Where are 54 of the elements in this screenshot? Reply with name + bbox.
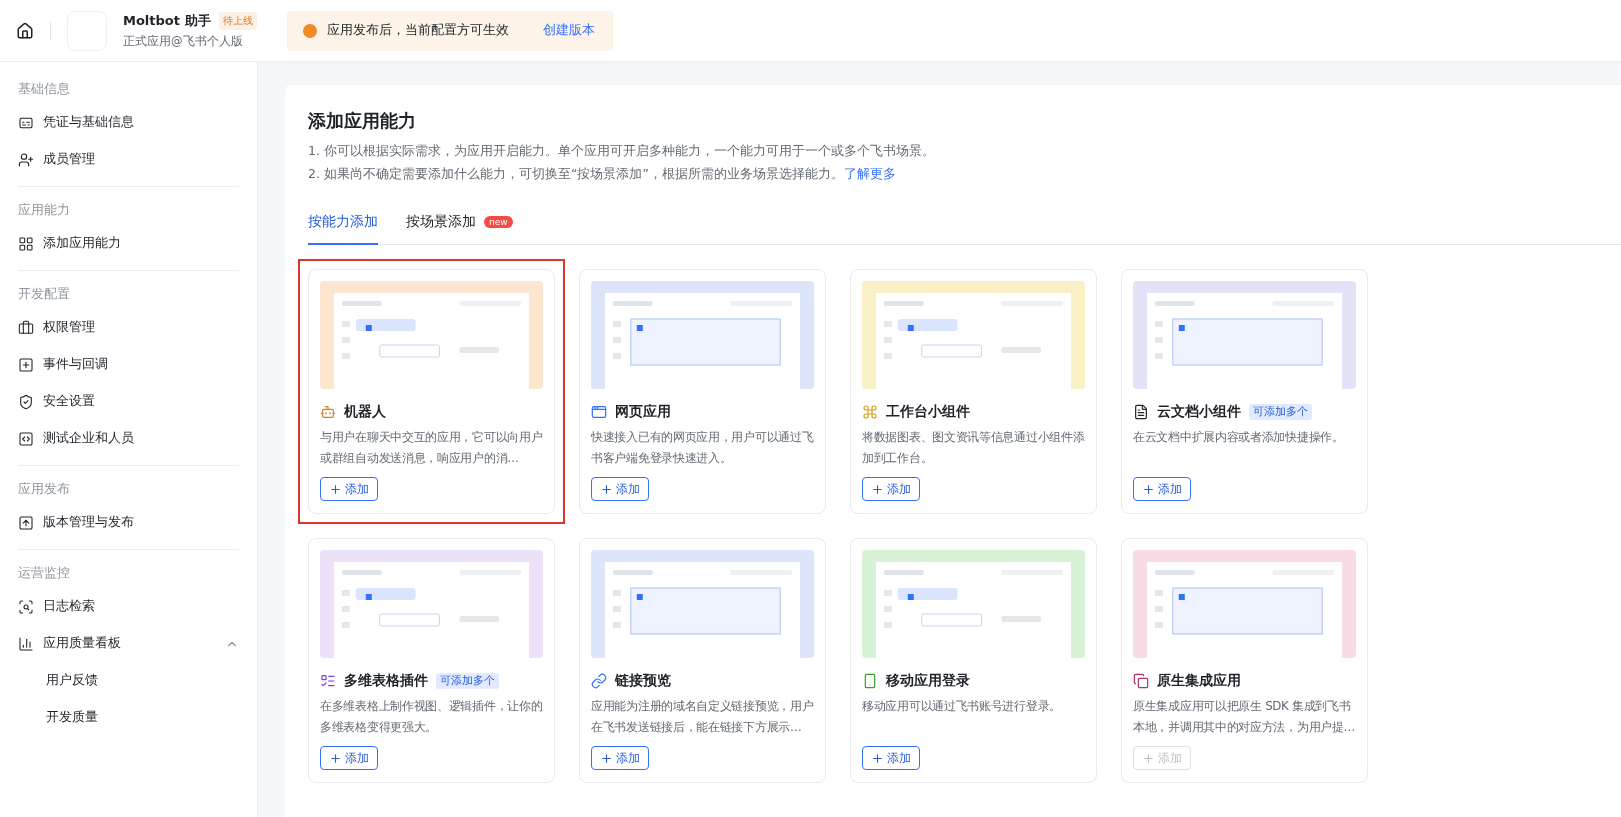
card-title: 机器人 (344, 403, 386, 421)
add-button[interactable]: 添加 (591, 746, 649, 770)
sidebar-subitem[interactable]: 开发质量 (18, 699, 239, 736)
notice-text: 应用发布后，当前配置方可生效 (326, 22, 509, 39)
card-description: 将数据图表、图文资讯等信息通过小组件添加到工作台。 (862, 429, 1085, 467)
status-tag: 待上线 (218, 12, 257, 30)
sidebar-item[interactable]: 成员管理 (18, 141, 239, 178)
instruction-text: 2. 如果尚不确定需要添加什么能力，可切换至“按场景添加”，根据所需的业务场景选择能力。了解更多 (308, 166, 897, 183)
card-description: 原生集成应用可以把原生 SDK 集成到飞书本地，并调用其中的对应方法，为用户提… (1133, 698, 1356, 736)
card-description: 在云文档中扩展内容或者添加快捷操作。 (1133, 429, 1345, 446)
add-button[interactable]: 添加 (320, 477, 378, 501)
create-version-link[interactable]: 创建版本 (542, 22, 595, 39)
add-button[interactable]: 添加 (591, 477, 649, 501)
section-title: 开发配置 (18, 284, 71, 303)
learn-more-link[interactable]: 了解更多 (843, 166, 896, 181)
sidebar-item[interactable]: 版本管理与发布 (18, 504, 239, 541)
card-title: 链接预览 (615, 672, 671, 690)
card-title: 网页应用 (615, 403, 671, 421)
sidebar-item[interactable]: 应用质量看板 (18, 625, 239, 662)
card-title: 多维表格插件 (344, 672, 428, 690)
app-subtitle: 正式应用@飞书个人版 (123, 34, 244, 49)
tab[interactable]: 按场景添加 new (406, 203, 513, 245)
app-name: Moltbot 助手 (123, 12, 211, 30)
sidebar-item[interactable]: 安全设置 (18, 383, 239, 420)
add-button[interactable]: 添加 (862, 746, 920, 770)
sidebar-item[interactable]: 测试企业和人员 (18, 420, 239, 457)
card-badge: 可添加多个 (1249, 404, 1312, 420)
sidebar-item[interactable]: 日志检索 (18, 588, 239, 625)
add-button[interactable]: 添加 (1133, 477, 1191, 501)
new-badge: new (484, 216, 513, 228)
sidebar-item[interactable]: 凭证与基础信息 (18, 104, 239, 141)
sidebar-item[interactable]: 权限管理 (18, 309, 239, 346)
card-description: 在多维表格上制作视图、逻辑插件，让你的多维表格变得更强大。 (320, 698, 543, 736)
card-title: 工作台小组件 (886, 403, 970, 421)
card-description: 与用户在聊天中交互的应用，它可以向用户或群组自动发送消息，响应用户的消… (320, 429, 543, 467)
sidebar-item[interactable]: 添加应用能力 (18, 225, 239, 262)
page-title: 添加应用能力 (308, 109, 417, 133)
sidebar-subitem[interactable]: 用户反馈 (18, 662, 239, 699)
sidebar-item[interactable]: 事件与回调 (18, 346, 239, 383)
card-description: 移动应用可以通过飞书账号进行登录。 (862, 698, 1062, 715)
section-title: 基础信息 (18, 79, 71, 98)
instruction-text: 1. 你可以根据实际需求，为应用开启能力。单个应用可开启多种能力，一个能力可用于一个或多个飞书场景。 (308, 143, 936, 160)
card-description: 快速接入已有的网页应用，用户可以通过飞书客户端免登录快速进入。 (591, 429, 814, 467)
add-button[interactable]: 添加 (862, 477, 920, 501)
section-title: 应用发布 (18, 479, 71, 498)
card-title: 原生集成应用 (1157, 672, 1241, 690)
card-title: 云文档小组件 (1157, 403, 1241, 421)
section-title: 运营监控 (18, 563, 71, 582)
card-title: 移动应用登录 (886, 672, 970, 690)
card-badge: 可添加多个 (436, 673, 499, 689)
tab[interactable]: 按能力添加 (308, 203, 378, 245)
add-button[interactable]: 添加 (320, 746, 378, 770)
section-title: 应用能力 (18, 200, 71, 219)
card-description: 应用能为注册的域名自定义链接预览，用户在飞书发送链接后，能在链接下方展示… (591, 698, 814, 736)
